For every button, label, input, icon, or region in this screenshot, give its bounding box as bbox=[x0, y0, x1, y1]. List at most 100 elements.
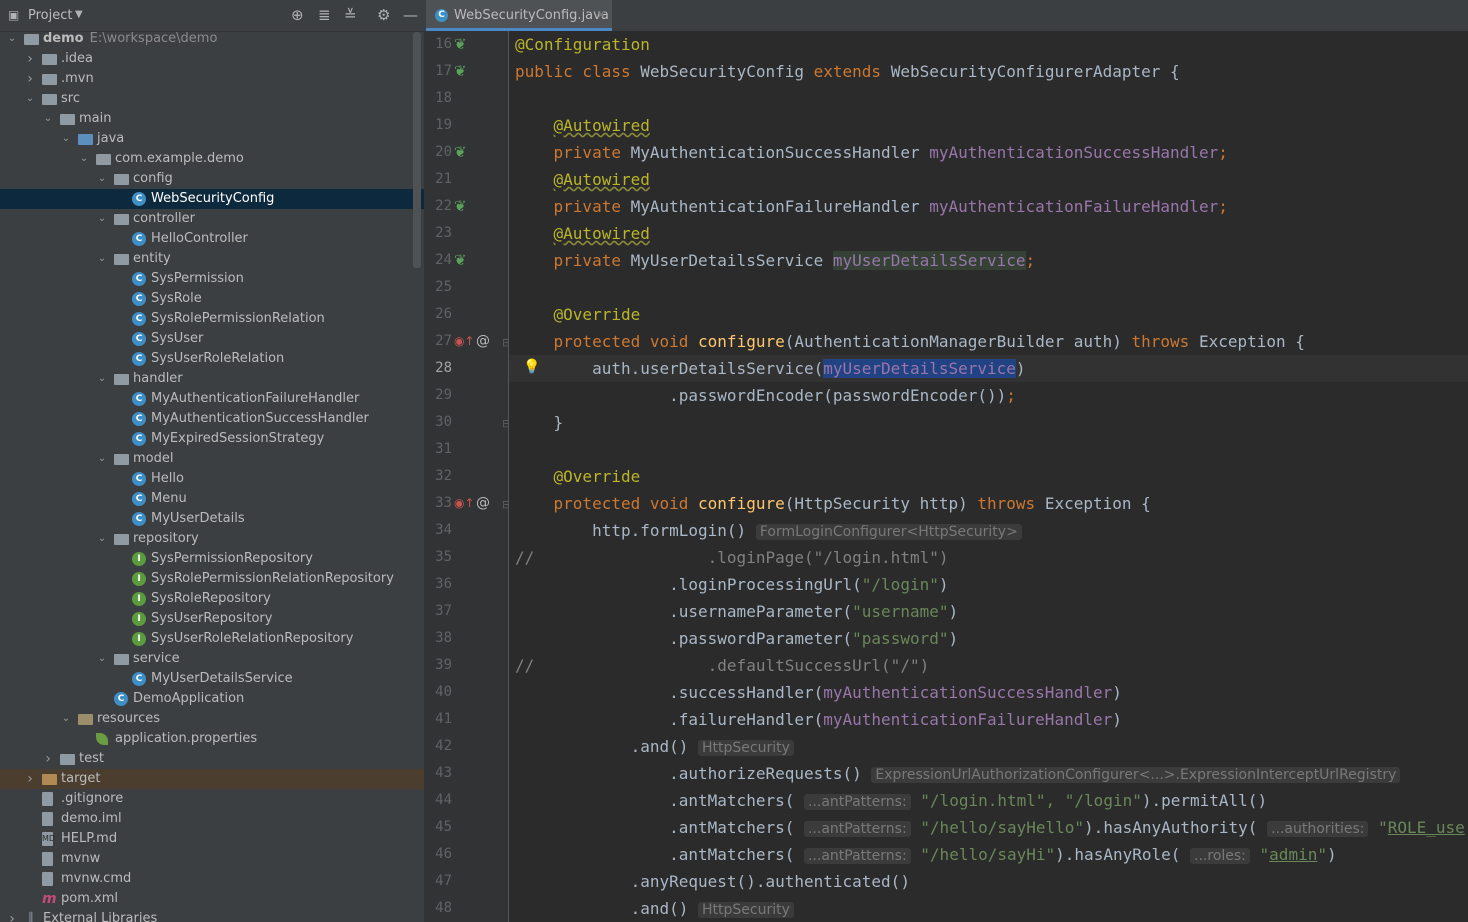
tree-item[interactable]: C MyExpiredSessionStrategy bbox=[0, 429, 424, 449]
tree-item[interactable]: application.properties bbox=[0, 729, 424, 749]
bean-icon[interactable]: ❦ bbox=[454, 37, 467, 52]
tree-item[interactable]: ⌄ model bbox=[0, 449, 424, 469]
tree-item[interactable]: I SysRoleRepository bbox=[0, 589, 424, 609]
code-line[interactable]: .antMatchers( ...antPatterns: "/login.ht… bbox=[515, 787, 1267, 814]
tree-item[interactable]: ⌄ handler bbox=[0, 369, 424, 389]
tree-item[interactable]: ⌄ demo E:\workspace\demo bbox=[0, 29, 424, 49]
chevron-down-icon[interactable]: ⌄ bbox=[42, 109, 54, 129]
code-line[interactable]: .passwordEncoder(passwordEncoder()); bbox=[515, 382, 1016, 409]
hide-panel-icon[interactable]: — bbox=[403, 6, 418, 24]
expand-all-icon[interactable]: ≣ bbox=[318, 6, 331, 24]
chevron-down-icon[interactable]: ⌄ bbox=[96, 649, 108, 669]
code-line[interactable]: .and() HttpSecurity bbox=[515, 895, 794, 922]
tree-item[interactable]: ⌄ resources bbox=[0, 709, 424, 729]
code-line[interactable]: public class WebSecurityConfig extends W… bbox=[515, 58, 1180, 85]
override-icon[interactable]: ◉↑ bbox=[454, 496, 475, 510]
tree-item[interactable]: C HelloController bbox=[0, 229, 424, 249]
chevron-down-icon[interactable]: ⌄ bbox=[24, 89, 36, 109]
chevron-down-icon[interactable]: ⌄ bbox=[60, 129, 72, 149]
code-line[interactable]: auth.userDetailsService(myUserDetailsSer… bbox=[509, 355, 1468, 382]
chevron-down-icon[interactable]: ⌄ bbox=[96, 169, 108, 189]
code-line[interactable]: @Autowired bbox=[515, 166, 650, 193]
tree-item[interactable]: › target bbox=[0, 769, 424, 789]
tree-item[interactable]: C SysUser bbox=[0, 329, 424, 349]
tree-item[interactable]: C Menu bbox=[0, 489, 424, 509]
locate-file-icon[interactable]: ⊕ bbox=[291, 6, 304, 24]
code-line[interactable]: @Override bbox=[515, 463, 641, 490]
tree-item[interactable]: I SysUserRoleRelationRepository bbox=[0, 629, 424, 649]
tree-item[interactable]: ⌄ config bbox=[0, 169, 424, 189]
code-line[interactable]: @Override bbox=[515, 301, 641, 328]
chevron-down-icon[interactable]: ▼ bbox=[75, 9, 83, 20]
lightbulb-icon[interactable]: 💡 bbox=[523, 360, 540, 374]
tree-item[interactable]: C MyUserDetailsService bbox=[0, 669, 424, 689]
tree-item[interactable]: ⌄ controller bbox=[0, 209, 424, 229]
bean-icon[interactable]: ❦ bbox=[454, 64, 467, 79]
tree-item[interactable]: I SysUserRepository bbox=[0, 609, 424, 629]
code-line[interactable]: private MyUserDetailsService myUserDetai… bbox=[515, 247, 1035, 274]
chevron-down-icon[interactable]: ⌄ bbox=[96, 449, 108, 469]
code-line[interactable]: protected void configure(AuthenticationM… bbox=[515, 328, 1305, 355]
chevron-down-icon[interactable]: ⌄ bbox=[60, 709, 72, 729]
code-line[interactable]: @Autowired bbox=[515, 112, 650, 139]
code-line[interactable]: .passwordParameter("password") bbox=[515, 625, 958, 652]
project-view-selector[interactable]: Project bbox=[28, 8, 72, 23]
code-line[interactable]: private MyAuthenticationSuccessHandler m… bbox=[515, 139, 1228, 166]
code-line[interactable]: // .defaultSuccessUrl("/") bbox=[515, 652, 929, 679]
tree-item[interactable]: › .mvn bbox=[0, 69, 424, 89]
tree-item[interactable]: mvnw.cmd bbox=[0, 869, 424, 889]
tree-item[interactable]: C DemoApplication bbox=[0, 689, 424, 709]
bean-icon[interactable]: ❦ bbox=[454, 253, 467, 268]
gear-icon[interactable]: ⚙ bbox=[377, 6, 390, 24]
bean-icon[interactable]: ❦ bbox=[454, 199, 467, 214]
chevron-right-icon[interactable]: › bbox=[24, 769, 36, 789]
chevron-down-icon[interactable]: ⌄ bbox=[6, 29, 18, 49]
tree-item[interactable]: mvnw bbox=[0, 849, 424, 869]
tree-item[interactable]: ⌄ src bbox=[0, 89, 424, 109]
tree-item[interactable]: I SysPermissionRepository bbox=[0, 549, 424, 569]
tree-item[interactable]: › .idea bbox=[0, 49, 424, 69]
chevron-right-icon[interactable]: › bbox=[42, 749, 54, 769]
tree-item[interactable]: C MyAuthenticationFailureHandler bbox=[0, 389, 424, 409]
code-line[interactable]: .failureHandler(myAuthenticationFailureH… bbox=[515, 706, 1122, 733]
tree-scrollbar[interactable] bbox=[413, 32, 421, 268]
code-line[interactable]: .loginProcessingUrl("/login") bbox=[515, 571, 948, 598]
code-line[interactable]: http.formLogin() FormLoginConfigurer<Htt… bbox=[515, 517, 1022, 544]
code-line[interactable]: @Configuration bbox=[515, 31, 650, 58]
tree-item[interactable]: m pom.xml bbox=[0, 889, 424, 909]
code-line[interactable]: .successHandler(myAuthenticationSuccessH… bbox=[515, 679, 1122, 706]
at-icon[interactable]: @ bbox=[476, 334, 490, 348]
tree-item[interactable]: C SysUserRoleRelation bbox=[0, 349, 424, 369]
tree-item[interactable]: MD HELP.md bbox=[0, 829, 424, 849]
code-line[interactable]: protected void configure(HttpSecurity ht… bbox=[515, 490, 1151, 517]
tree-item[interactable]: C Hello bbox=[0, 469, 424, 489]
code-line[interactable]: } bbox=[515, 409, 564, 436]
code-line[interactable]: @Autowired bbox=[515, 220, 650, 247]
code-line[interactable]: .anyRequest().authenticated() bbox=[515, 868, 910, 895]
tree-item[interactable]: demo.iml bbox=[0, 809, 424, 829]
code-line[interactable]: // .loginPage("/login.html") bbox=[515, 544, 948, 571]
tree-item[interactable]: C SysRolePermissionRelation bbox=[0, 309, 424, 329]
code-line[interactable]: .usernameParameter("username") bbox=[515, 598, 958, 625]
code-line[interactable]: .antMatchers( ...antPatterns: "/hello/sa… bbox=[515, 814, 1465, 841]
tree-item[interactable]: C MyUserDetails bbox=[0, 509, 424, 529]
chevron-down-icon[interactable]: ⌄ bbox=[96, 529, 108, 549]
code-line[interactable]: .and() HttpSecurity bbox=[515, 733, 794, 760]
tree-item[interactable]: ⌄ java bbox=[0, 129, 424, 149]
close-icon[interactable]: ✕ bbox=[596, 0, 606, 31]
collapse-all-icon[interactable]: ≚ bbox=[344, 6, 357, 24]
tree-item[interactable]: › ║ External Libraries bbox=[0, 909, 424, 922]
chevron-right-icon[interactable]: › bbox=[24, 69, 36, 89]
tree-item[interactable]: C SysPermission bbox=[0, 269, 424, 289]
bean-icon[interactable]: ❦ bbox=[454, 145, 467, 160]
tree-item[interactable]: .gitignore bbox=[0, 789, 424, 809]
tab-websecurityconfig[interactable]: C WebSecurityConfig.java ✕ bbox=[426, 0, 612, 31]
chevron-down-icon[interactable]: ⌄ bbox=[78, 149, 90, 169]
tree-item[interactable]: › test bbox=[0, 749, 424, 769]
tree-item[interactable]: ⌄ repository bbox=[0, 529, 424, 549]
tree-item[interactable]: C WebSecurityConfig bbox=[0, 189, 424, 209]
code-line[interactable]: .antMatchers( ...antPatterns: "/hello/sa… bbox=[515, 841, 1337, 868]
tree-item[interactable]: I SysRolePermissionRelationRepository bbox=[0, 569, 424, 589]
tree-item[interactable]: C MyAuthenticationSuccessHandler bbox=[0, 409, 424, 429]
tree-item[interactable]: ⌄ entity bbox=[0, 249, 424, 269]
